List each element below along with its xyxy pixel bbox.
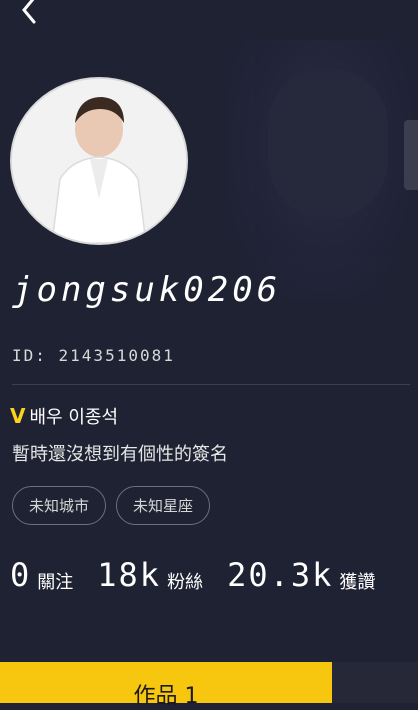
back-button[interactable] [12,0,48,28]
avatar[interactable] [10,77,188,245]
following-label[interactable]: 關注 [37,568,73,594]
background-figure [268,70,388,220]
tab-other[interactable] [332,662,418,703]
likes-label: 獲讚 [339,572,376,593]
scrollbar[interactable] [404,120,418,190]
following-count[interactable]: 0 [10,556,31,594]
verified-text: 배우 이종석 [29,407,119,428]
tab-works[interactable]: 作品 1 [0,662,332,709]
followers-label[interactable]: 粉絲 [167,568,203,594]
avatar-photo [12,79,186,243]
stats-row: 0 關注 18k 粉絲 20.3k 獲讚 [10,556,393,594]
user-id: ID: 2143510081 [12,346,175,365]
v-verified-icon: V [10,404,26,428]
tag-constellation: 未知星座 [116,486,211,525]
background-photo [228,40,418,300]
profile-tags: 未知城市 未知星座 [12,486,211,525]
verified-badge: V 배우 이종석 [10,403,118,429]
chevron-left-icon [22,0,36,24]
likes-count: 20.3k [227,556,334,594]
username: jongsuk0206 [12,270,282,310]
signature: 暫時還沒想到有個性的簽名 [12,444,228,465]
followers-count[interactable]: 18k [97,556,161,594]
divider [12,384,410,385]
tag-city: 未知城市 [12,486,107,525]
